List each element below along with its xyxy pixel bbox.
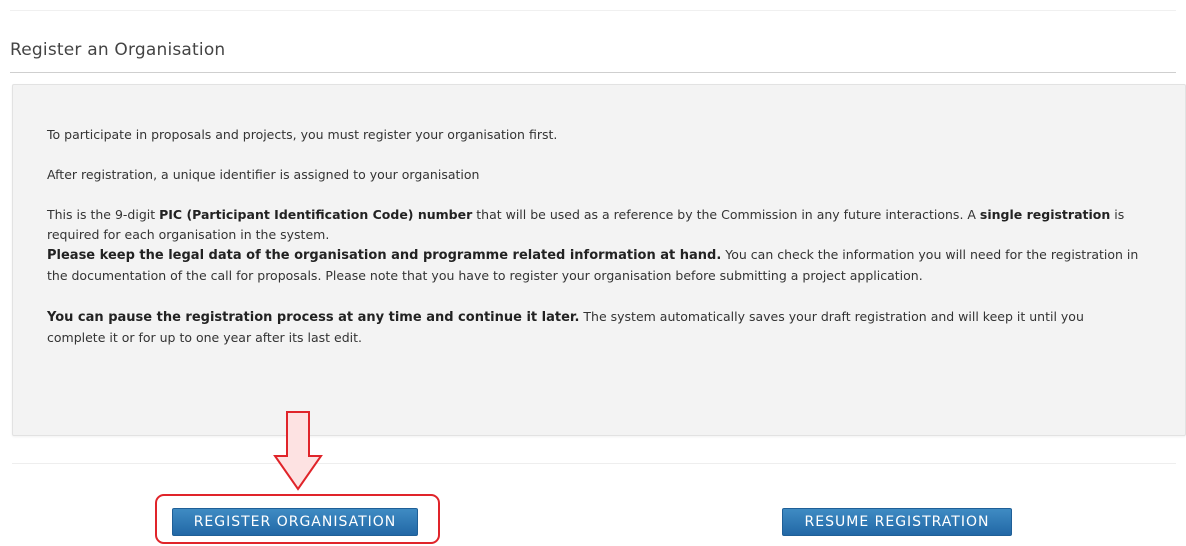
legal-data-bold-text: Please keep the legal data of the organi… [47,248,722,263]
page-title: Register an Organisation [10,40,226,60]
pause-bold-text: You can pause the registration process a… [47,310,580,325]
info-paragraph-participate: To participate in proposals and projects… [47,127,558,142]
pic-text-pre: This is the 9-digit [47,207,160,222]
pic-text-mid: that will be used as a reference by the … [472,207,980,222]
top-divider [10,10,1176,11]
actions-divider [12,463,1176,464]
info-panel: To participate in proposals and projects… [12,84,1186,436]
single-registration-bold-text: single registration [979,207,1111,222]
title-divider [10,72,1176,73]
register-organisation-button[interactable]: REGISTER ORGANISATION [172,508,418,536]
info-paragraph-pause: You can pause the registration process a… [47,307,1145,348]
info-paragraph-legal-data: Please keep the legal data of the organi… [47,245,1145,286]
down-arrow-icon [273,411,323,491]
info-paragraph-pic: This is the 9-digit PIC (Participant Ide… [47,205,1145,245]
pic-bold-text: PIC (Participant Identification Code) nu… [159,207,473,222]
resume-registration-button[interactable]: RESUME REGISTRATION [782,508,1012,536]
info-paragraph-identifier: After registration, a unique identifier … [47,167,480,182]
